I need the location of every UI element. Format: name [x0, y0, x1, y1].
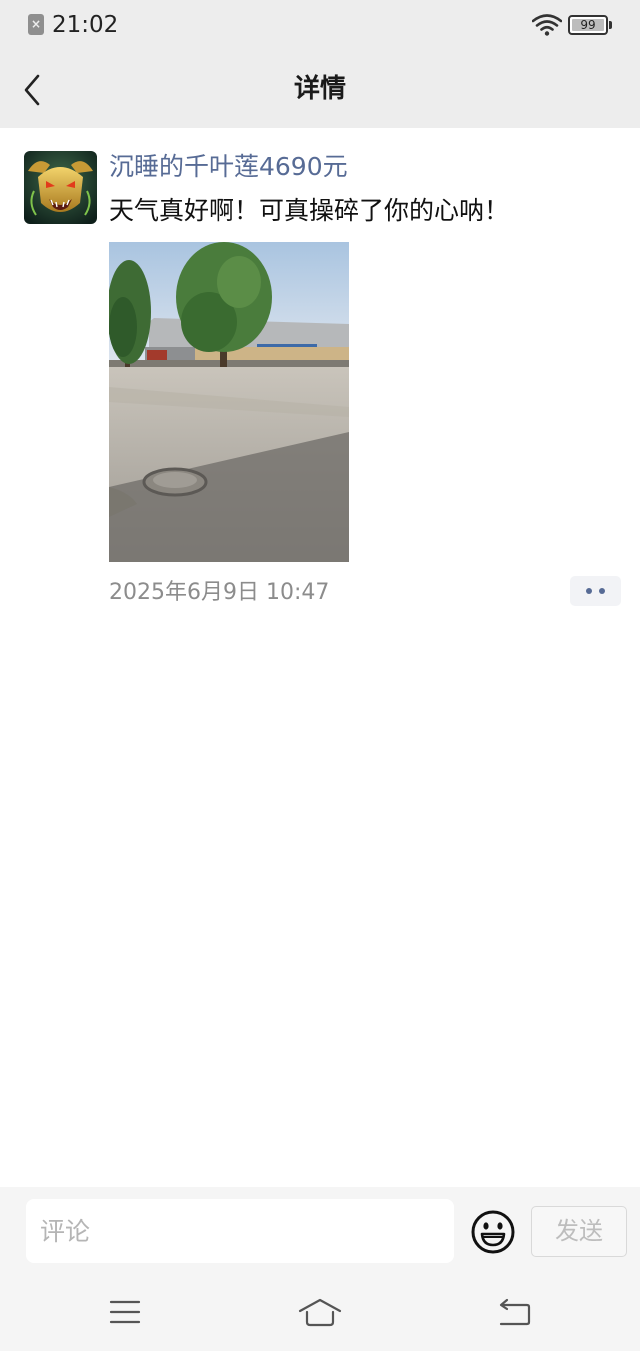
back-button[interactable]: [14, 70, 50, 110]
smiley-icon[interactable]: [470, 1209, 516, 1255]
nav-bar: 详情: [0, 52, 640, 128]
courtyard-photo: [109, 242, 349, 562]
back-icon[interactable]: [493, 1297, 537, 1327]
comment-bar: 发送: [0, 1187, 640, 1277]
more-dots-icon: [586, 588, 592, 594]
battery-indicator: 99: [568, 15, 608, 35]
menu-icon[interactable]: [103, 1297, 147, 1327]
status-bar: × 21:02 99: [0, 0, 640, 52]
avatar[interactable]: [24, 151, 97, 224]
home-icon[interactable]: [298, 1297, 342, 1327]
page-title: 详情: [293, 74, 346, 104]
send-button[interactable]: 发送: [531, 1206, 627, 1257]
more-actions-button[interactable]: [570, 576, 621, 606]
dragon-avatar: [24, 151, 97, 224]
comment-input[interactable]: [26, 1199, 454, 1263]
post-text: 天气真好啊！可真操碎了你的心呐！: [109, 196, 510, 225]
post-photo[interactable]: [109, 242, 349, 562]
battery-level: 99: [580, 18, 596, 32]
battery-cap: [609, 21, 612, 29]
chevron-left-icon: [24, 74, 40, 106]
sim-missing-icon: ×: [28, 14, 44, 35]
post-username[interactable]: 沉睡的千叶莲4690元: [109, 150, 348, 184]
wifi-icon: [532, 14, 562, 36]
post-timestamp: 2025年6月9日 10:47: [109, 580, 330, 605]
status-time: 21:02: [52, 12, 119, 38]
system-nav-bar: [0, 1277, 640, 1351]
